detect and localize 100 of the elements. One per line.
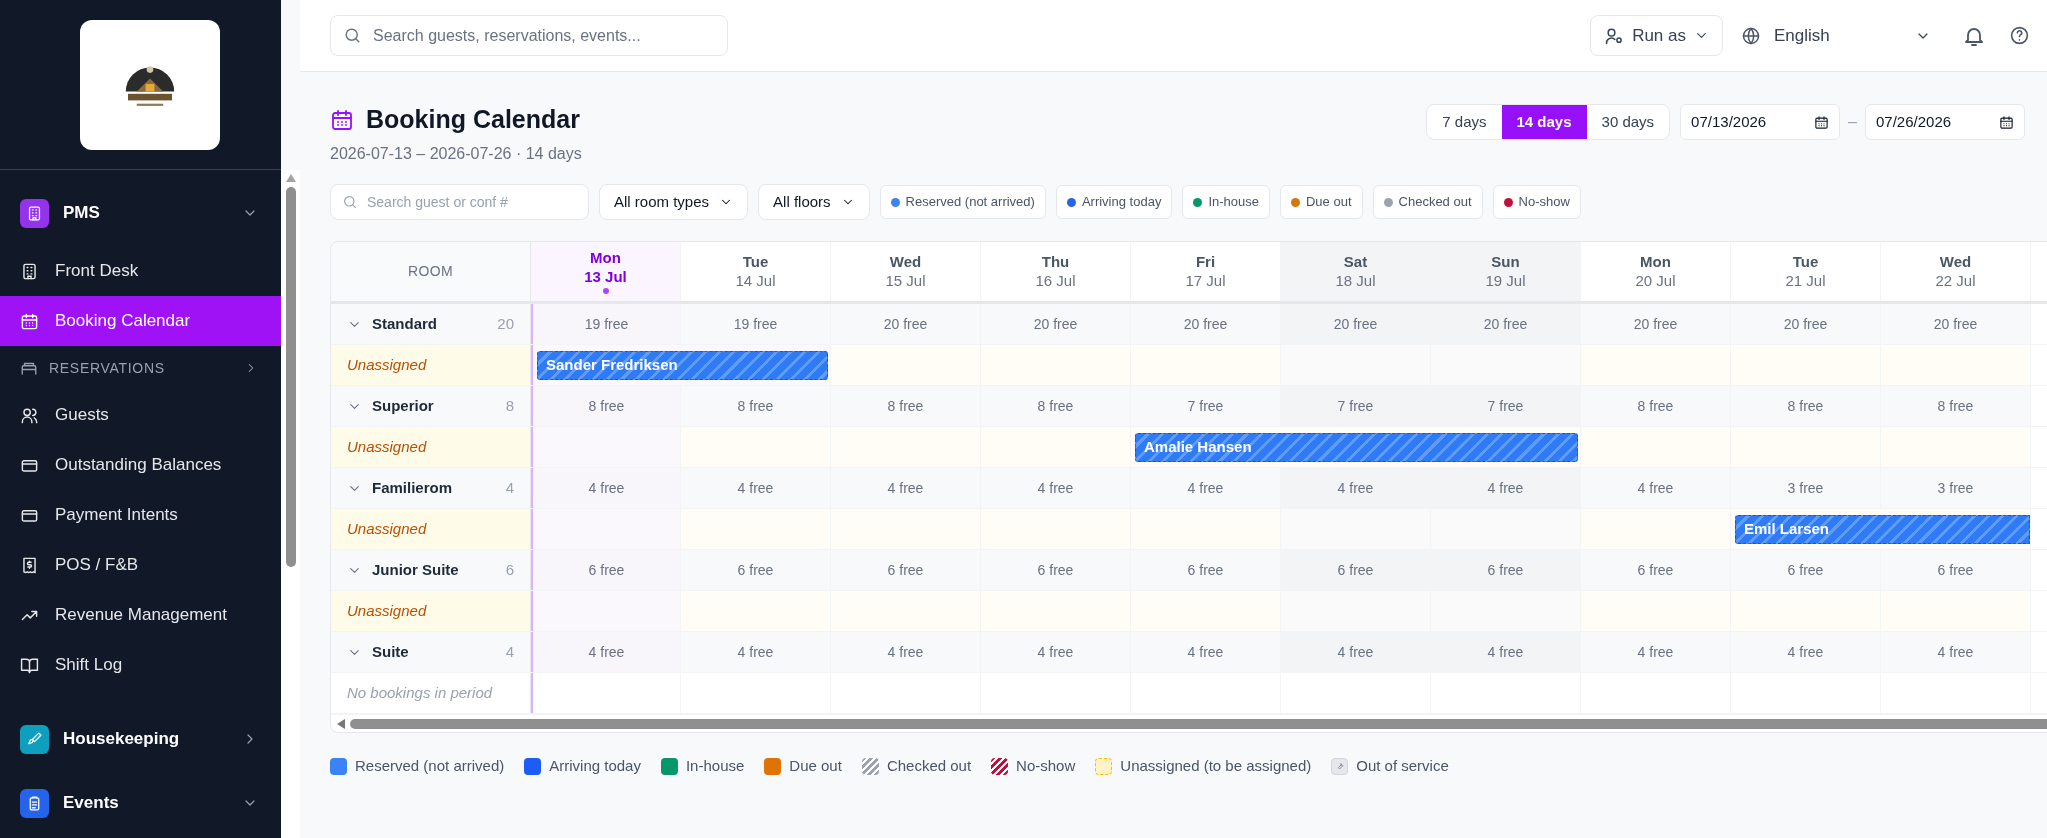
book-icon: [20, 655, 39, 675]
availability-cell: 4 free: [681, 468, 831, 508]
unassigned-label: Unassigned: [331, 591, 531, 631]
availability-cell: 6 free: [1431, 550, 1581, 590]
status-filter-chip[interactable]: Checked out: [1372, 185, 1483, 219]
availability-cell: 4 free: [531, 468, 681, 508]
booking-slot[interactable]: Sander Fredriksen: [531, 345, 831, 385]
sidebar-item[interactable]: POS / F&B: [0, 540, 281, 590]
availability-cell: 7 free: [1281, 386, 1431, 426]
weekday-label: Tue: [742, 252, 769, 272]
availability-cell: 6 free: [1581, 550, 1731, 590]
availability-cell: 4 free: [681, 632, 831, 672]
date-from-field[interactable]: 07/13/2026: [1680, 104, 1841, 140]
date-label: 18 Jul: [1335, 271, 1376, 291]
status-filter-chip[interactable]: Due out: [1280, 185, 1363, 219]
day-header[interactable]: Sun 19 Jul: [1431, 242, 1581, 301]
room-column-header: ROOM: [331, 242, 531, 301]
day-cell[interactable]: [531, 427, 681, 467]
legend-label: In-house: [685, 756, 745, 776]
legend-label: Unassigned (to be assigned): [1120, 756, 1312, 776]
date-to-field[interactable]: 07/26/2026: [1865, 104, 2025, 140]
day-cell[interactable]: [531, 673, 681, 713]
availability-cell: 20 free: [1131, 304, 1281, 344]
date-label: 17 Jul: [1185, 271, 1226, 291]
availability-cell: 6 free: [1131, 550, 1281, 590]
vertical-scrollbar-thumb[interactable]: [285, 187, 296, 567]
room-type-header[interactable]: Standard 20: [331, 304, 531, 344]
day-header[interactable]: Mon 13 Jul: [531, 242, 681, 301]
availability-cell: 4 free: [981, 468, 1131, 508]
language-select[interactable]: English: [1741, 15, 1931, 56]
room-type-header[interactable]: Superior 8: [331, 386, 531, 426]
range-option[interactable]: 30 days: [1586, 105, 1670, 139]
sidebar-item[interactable]: Front Desk: [0, 246, 281, 296]
booking-bar[interactable]: Sander Fredriksen: [537, 350, 828, 380]
room-type-header[interactable]: Familierom 4: [331, 468, 531, 508]
availability-cell: 19 free: [681, 304, 831, 344]
availability-cell: 4 free: [1281, 468, 1431, 508]
date-label: 14 Jul: [735, 271, 776, 291]
search-icon: [343, 26, 362, 45]
scroll-left-arrow-icon[interactable]: [337, 718, 345, 729]
day-header[interactable]: Sat 18 Jul: [1281, 242, 1431, 301]
availability-cell: 8 free: [1581, 386, 1731, 426]
filter-select[interactable]: All floors: [758, 184, 870, 220]
date-range-subtitle: 2026-07-13 – 2026-07-26 · 14 days: [330, 144, 583, 164]
room-type-header[interactable]: Junior Suite 6: [331, 550, 531, 590]
availability-cell: 4 free: [831, 632, 981, 672]
run-as-button[interactable]: Run as: [1590, 15, 1723, 56]
filter-select[interactable]: All room types: [599, 184, 749, 220]
range-option[interactable]: 7 days: [1427, 105, 1502, 139]
day-cell[interactable]: [531, 591, 681, 631]
sidebar-item[interactable]: Booking Calendar: [0, 296, 281, 346]
legend-label: Out of service: [1356, 756, 1449, 776]
legend-label: Reserved (not arrived): [355, 756, 505, 776]
availability-cell: 4 free: [1581, 468, 1731, 508]
day-cell[interactable]: [531, 509, 681, 549]
unassigned-label: Unassigned: [331, 345, 531, 385]
room-count: 4: [505, 477, 514, 498]
date-label: 20 Jul: [1635, 271, 1676, 291]
status-filter-chip[interactable]: Reserved (not arrived): [879, 185, 1046, 219]
legend-label: Due out: [789, 756, 842, 776]
global-search-field[interactable]: Search guests, reservations, events...: [330, 15, 728, 56]
horizontal-scrollbar-thumb[interactable]: [350, 718, 2047, 729]
date-label: 16 Jul: [1035, 271, 1076, 291]
sidebar-item[interactable]: Guests: [0, 390, 281, 440]
date-label: 13 Jul: [584, 267, 627, 287]
legend-label: No-show: [1016, 756, 1076, 776]
availability-cell: 4 free: [1281, 632, 1431, 672]
date-label: 15 Jul: [885, 271, 926, 291]
booking-search-field[interactable]: Search guest or conf #: [330, 184, 589, 220]
sidebar-item[interactable]: Payment Intents: [0, 490, 281, 540]
availability-cell: 20 free: [1881, 304, 2031, 344]
availability-cell: 8 free: [681, 386, 831, 426]
logo-tile[interactable]: [80, 20, 220, 150]
availability-cell: 3 free: [1881, 468, 2031, 508]
sidebar-section-toggle[interactable]: Events: [63, 790, 261, 816]
weekday-label: Wed: [889, 252, 922, 272]
scroll-up-arrow-icon[interactable]: [285, 174, 296, 182]
room-type-header[interactable]: Suite 4: [331, 632, 531, 672]
range-option[interactable]: 14 days: [1501, 105, 1587, 139]
sidebar-group[interactable]: RESERVATIONS: [0, 346, 281, 390]
unassigned-label: Unassigned: [331, 427, 531, 467]
weekday-label: Thu: [1041, 252, 1070, 272]
legend-label: Arriving today: [549, 756, 641, 776]
sidebar-section-toggle[interactable]: Housekeeping: [63, 726, 261, 752]
sidebar-item[interactable]: Outstanding Balances: [0, 440, 281, 490]
sidebar-section-toggle[interactable]: PMS: [63, 200, 261, 226]
availability-cell: 4 free: [1131, 632, 1281, 672]
receipt-icon: [20, 555, 39, 575]
availability-cell: 6 free: [831, 550, 981, 590]
weekday-label: Sat: [1343, 252, 1368, 272]
availability-cell: 20 free: [1581, 304, 1731, 344]
building-icon: [20, 261, 39, 281]
status-filter-chip[interactable]: In-house: [1182, 185, 1270, 219]
sidebar-item[interactable]: Revenue Management: [0, 590, 281, 640]
sidebar-item[interactable]: Shift Log: [0, 640, 281, 690]
legend-label: Checked out: [886, 756, 972, 776]
status-filter-chip[interactable]: No-show: [1492, 185, 1581, 219]
calendar-icon: [330, 108, 354, 132]
calendar-icon: [20, 311, 39, 331]
status-filter-chip[interactable]: Arriving today: [1055, 185, 1173, 219]
